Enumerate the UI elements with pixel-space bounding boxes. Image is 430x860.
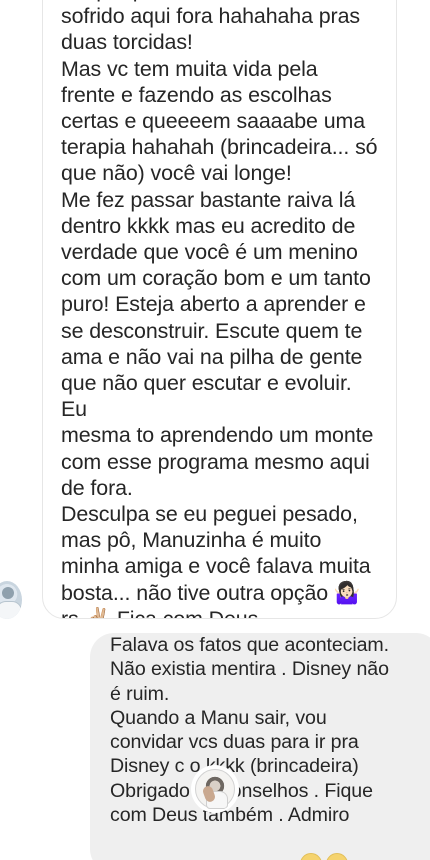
reply-avatar-icon[interactable] xyxy=(193,767,237,811)
incoming-message-text: Foi por pouco mesmo! Foi sofrido aqui fo… xyxy=(61,0,378,619)
avatar-shirt xyxy=(0,601,22,619)
chat-screen: Foi por pouco mesmo! Foi sofrido aqui fo… xyxy=(0,0,430,860)
smiling-emoji-icon xyxy=(326,853,348,860)
incoming-message-bubble: Foi por pouco mesmo! Foi sofrido aqui fo… xyxy=(42,0,397,619)
avatar-head xyxy=(2,587,14,599)
profile-avatar-icon[interactable] xyxy=(0,581,22,619)
outgoing-message-text: Falava os fatos que aconteciam. Não exis… xyxy=(110,634,389,827)
emoji-row xyxy=(300,853,350,860)
outgoing-message-bubble: Falava os fatos que aconteciam. Não exis… xyxy=(90,633,430,860)
smiling-emoji-icon xyxy=(300,853,322,860)
